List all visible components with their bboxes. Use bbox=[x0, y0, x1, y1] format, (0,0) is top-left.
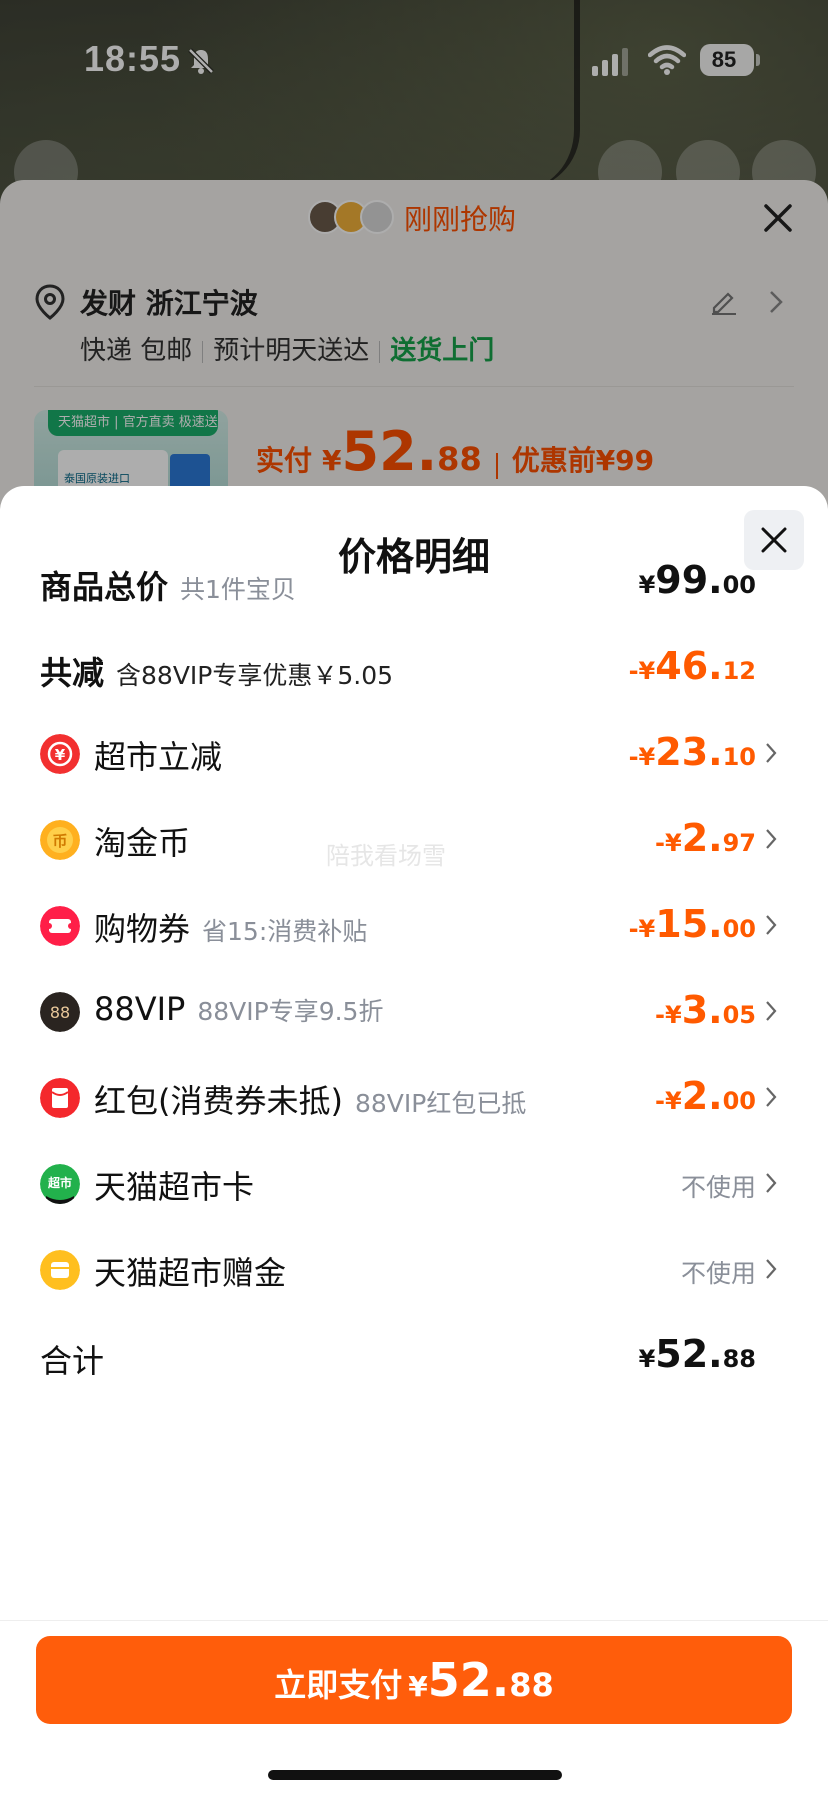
row-subtitle: 含88VIP专享优惠￥5.05 bbox=[116, 661, 394, 690]
chevron-right-icon bbox=[766, 915, 777, 935]
chevron-right-icon bbox=[766, 1173, 777, 1193]
tmall-gift-money-icon bbox=[40, 1250, 80, 1290]
red-packet-icon bbox=[40, 1078, 80, 1118]
row-amount: -¥46.12 bbox=[628, 644, 756, 688]
tmall-card-icon: 超市 bbox=[40, 1164, 80, 1204]
row-shopping-coupon[interactable]: 购物券 省15:消费补贴 -¥15.00 bbox=[0, 898, 828, 958]
row-amount: -¥3.05 bbox=[655, 988, 756, 1032]
row-sum-total: 合计 ¥52.88 bbox=[0, 1328, 828, 1388]
vip88-icon: 88 bbox=[40, 992, 80, 1032]
row-taojinbi[interactable]: 币 淘金币 -¥2.97 bbox=[0, 812, 828, 872]
divider bbox=[0, 1620, 828, 1621]
row-subtitle: 88VIP专享9.5折 bbox=[197, 997, 384, 1026]
chevron-right-icon bbox=[766, 829, 777, 849]
svg-text:¥: ¥ bbox=[55, 746, 66, 764]
close-icon bbox=[761, 527, 787, 553]
chevron-right-icon bbox=[766, 1087, 777, 1107]
row-title: 购物券 省15:消费补贴 bbox=[94, 910, 368, 948]
pay-now-button[interactable]: 立即支付 ¥52.88 bbox=[36, 1636, 792, 1724]
row-amount: -¥2.97 bbox=[655, 816, 756, 860]
row-goods-total: 商品总价 共1件宝贝 ¥99.00 bbox=[0, 554, 828, 614]
svg-text:超市: 超市 bbox=[47, 1175, 72, 1190]
row-amount: ¥52.88 bbox=[638, 1332, 756, 1376]
row-title: 商品总价 共1件宝贝 bbox=[40, 568, 296, 606]
row-title: 合计 bbox=[40, 1342, 105, 1380]
row-subtitle: 省15:消费补贴 bbox=[202, 917, 368, 946]
row-amount: ¥99.00 bbox=[638, 558, 756, 602]
row-subtitle: 共1件宝贝 bbox=[180, 575, 296, 604]
coupon-icon bbox=[40, 906, 80, 946]
svg-text:88: 88 bbox=[50, 1003, 70, 1022]
row-title: 天猫超市赠金 bbox=[94, 1254, 287, 1292]
row-title: 共减 含88VIP专享优惠￥5.05 bbox=[40, 654, 394, 692]
row-amount: -¥15.00 bbox=[628, 902, 756, 946]
row-amount: -¥23.10 bbox=[628, 730, 756, 774]
row-title: 天猫超市卡 bbox=[94, 1168, 255, 1206]
taojinbi-coin-icon: 币 bbox=[40, 820, 80, 860]
home-indicator[interactable] bbox=[268, 1770, 562, 1780]
row-total-discount: 共减 含88VIP专享优惠￥5.05 -¥46.12 bbox=[0, 640, 828, 700]
row-title: 88VIP 88VIP专享9.5折 bbox=[94, 990, 384, 1028]
row-tmall-card[interactable]: 超市 天猫超市卡 不使用 bbox=[0, 1156, 828, 1216]
row-status: 不使用 bbox=[680, 1259, 756, 1288]
row-amount: -¥2.00 bbox=[655, 1074, 756, 1118]
supermarket-discount-icon: ¥ bbox=[40, 734, 80, 774]
row-red-packet[interactable]: 红包(消费券未抵) 88VIP红包已抵 -¥2.00 bbox=[0, 1070, 828, 1130]
svg-text:币: 币 bbox=[52, 832, 67, 850]
row-status: 不使用 bbox=[680, 1173, 756, 1202]
row-subtitle: 88VIP红包已抵 bbox=[354, 1089, 527, 1118]
chevron-right-icon bbox=[766, 1259, 777, 1279]
row-title: 超市立减 bbox=[94, 738, 223, 776]
chevron-right-icon bbox=[766, 1001, 777, 1021]
row-88vip[interactable]: 88 88VIP 88VIP专享9.5折 -¥3.05 bbox=[0, 984, 828, 1044]
row-title: 淘金币 bbox=[94, 824, 191, 862]
row-tmall-gift-money[interactable]: 天猫超市赠金 不使用 bbox=[0, 1242, 828, 1302]
price-detail-sheet: 价格明细 陪我看场雪 商品总价 共1件宝贝 ¥99.00 共减 含88VIP专享优惠… bbox=[0, 486, 828, 1796]
row-title: 红包(消费券未抵) 88VIP红包已抵 bbox=[94, 1082, 527, 1120]
chevron-right-icon bbox=[766, 743, 777, 763]
row-supermarket-discount[interactable]: ¥ 超市立减 -¥23.10 bbox=[0, 726, 828, 786]
